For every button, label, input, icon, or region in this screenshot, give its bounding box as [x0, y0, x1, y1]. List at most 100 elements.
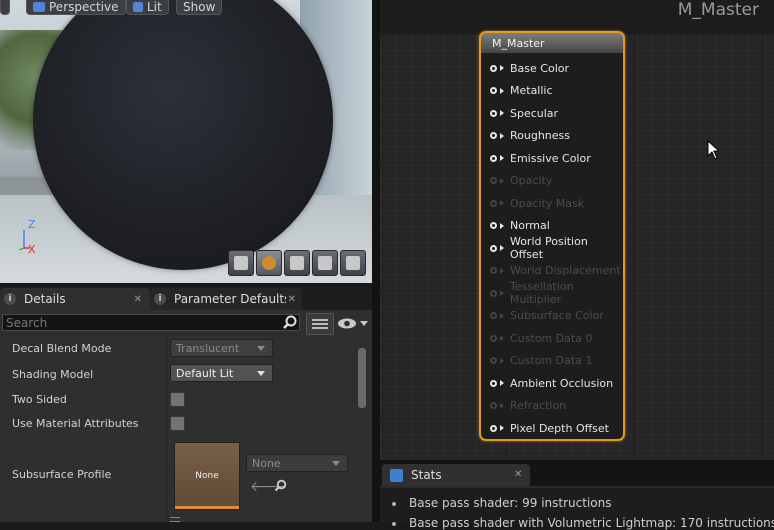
- pin-connector-icon[interactable]: [490, 267, 497, 274]
- shading-model-combo[interactable]: Default Lit: [170, 364, 273, 382]
- perspective-button[interactable]: Perspective: [26, 0, 126, 15]
- node-pin[interactable]: Emissive Color: [490, 150, 591, 166]
- pin-connector-icon[interactable]: [490, 222, 497, 229]
- node-pin[interactable]: Base Color: [490, 60, 569, 76]
- node-pin[interactable]: Subsurface Color: [490, 308, 604, 324]
- pin-connector-icon[interactable]: [490, 424, 497, 432]
- close-icon[interactable]: ✕: [514, 469, 522, 480]
- use-material-attributes-checkbox[interactable]: [170, 416, 185, 431]
- pin-label: Pixel Depth Offset: [510, 421, 609, 435]
- pin-connector-icon[interactable]: [490, 154, 497, 162]
- browse-search-icon[interactable]: [274, 479, 287, 492]
- pin-connector-icon[interactable]: [490, 109, 497, 117]
- node-pin[interactable]: Refraction: [490, 398, 566, 414]
- resize-grip[interactable]: [170, 517, 180, 522]
- bullet-icon: [392, 521, 396, 526]
- pin-connector-icon[interactable]: [490, 334, 497, 342]
- node-pin[interactable]: Ambient Occlusion: [490, 375, 613, 391]
- pin-connector-icon[interactable]: [490, 87, 497, 94]
- details-scrollbar[interactable]: [358, 348, 366, 408]
- node-pin[interactable]: Tessellation Multiplier: [490, 280, 623, 306]
- pin-connector-icon[interactable]: [490, 357, 497, 364]
- viewport-options-button[interactable]: [0, 0, 10, 15]
- subsurface-profile-thumbnail[interactable]: None: [174, 442, 240, 510]
- asset-type-color-bar: [175, 506, 239, 509]
- plane-icon: [290, 256, 304, 270]
- tab-details[interactable]: i Details ✕: [0, 288, 150, 310]
- close-icon[interactable]: ✕: [134, 294, 142, 305]
- node-pin[interactable]: Metallic: [490, 83, 553, 99]
- cube-icon: [318, 256, 332, 270]
- pin-label: Ambient Occlusion: [510, 376, 614, 390]
- node-pin[interactable]: Pixel Depth Offset: [490, 420, 609, 436]
- chevron-down-icon: [332, 461, 340, 466]
- pin-arrow-icon: [500, 312, 504, 319]
- pin-label: World Position Offset: [509, 235, 588, 261]
- tab-stats[interactable]: Stats: [382, 464, 530, 486]
- pin-arrow-icon: [500, 380, 504, 386]
- pin-label: Tessellation Multiplier: [509, 280, 574, 306]
- view-options-eye-icon[interactable]: [336, 316, 370, 331]
- node-pin[interactable]: Opacity Mask: [490, 195, 584, 211]
- preview-mesh-toolbar: [228, 250, 366, 276]
- custom-mesh-preview-button[interactable]: [340, 250, 366, 276]
- material-preview-viewport[interactable]: Perspective Lit Show Z X: [0, 0, 372, 283]
- pin-label: World Displacement: [510, 264, 621, 277]
- details-tab-bar: i Details ✕ i Parameter Defaults ✕: [0, 286, 372, 310]
- pin-arrow-icon: [500, 87, 504, 94]
- property-matrix-button[interactable]: [306, 313, 334, 335]
- panel-splitter[interactable]: [372, 0, 380, 522]
- cube-preview-button[interactable]: [312, 250, 338, 276]
- close-icon[interactable]: ✕: [288, 294, 296, 305]
- pin-connector-icon[interactable]: [490, 312, 497, 319]
- pin-connector-icon[interactable]: [490, 402, 497, 409]
- node-pin[interactable]: Specular: [490, 105, 558, 121]
- node-pin[interactable]: Custom Data 1: [490, 353, 592, 369]
- pin-connector-icon[interactable]: [490, 289, 497, 297]
- node-pin[interactable]: Roughness: [490, 128, 570, 144]
- chevron-down-icon: [257, 371, 265, 376]
- node-pin[interactable]: World Displacement: [490, 263, 621, 279]
- graph-title-bar: M_Master: [380, 0, 774, 34]
- decal-blend-mode-combo[interactable]: Translucent: [170, 339, 273, 357]
- perspective-icon: [33, 2, 45, 12]
- pin-connector-icon[interactable]: [490, 244, 497, 252]
- sphere-icon: [262, 256, 276, 270]
- lit-icon: [133, 2, 143, 12]
- list-view-icon: [312, 318, 328, 329]
- bullet-icon: [392, 501, 396, 506]
- node-pin[interactable]: Custom Data 0: [490, 330, 592, 346]
- pin-connector-icon[interactable]: [490, 177, 497, 184]
- subsurface-profile-asset-combo[interactable]: None: [246, 454, 348, 472]
- show-button[interactable]: Show: [176, 0, 223, 15]
- mouse-cursor-icon: [707, 140, 719, 160]
- pin-connector-icon[interactable]: [490, 132, 497, 139]
- cylinder-icon: [234, 256, 248, 270]
- sphere-preview-button[interactable]: [256, 250, 282, 276]
- pin-label: Emissive Color: [510, 151, 591, 165]
- info-icon: i: [154, 293, 166, 305]
- node-pin[interactable]: Normal: [490, 218, 550, 234]
- plane-preview-button[interactable]: [284, 250, 310, 276]
- search-icon[interactable]: [282, 315, 298, 330]
- node-pin[interactable]: World Position Offset: [490, 235, 623, 261]
- material-result-node[interactable]: M_Master Base Color Metallic Specular Rough…: [479, 31, 625, 441]
- details-search-input[interactable]: [2, 314, 300, 331]
- material-graph-canvas[interactable]: M_Master M_Master Base Color Metallic Spec…: [380, 0, 774, 460]
- pin-connector-icon[interactable]: [490, 64, 497, 72]
- pin-arrow-icon: [500, 110, 504, 116]
- tab-parameter-defaults[interactable]: i Parameter Defaults ✕: [150, 288, 302, 310]
- node-pin[interactable]: Opacity: [490, 173, 552, 189]
- node-header[interactable]: M_Master: [481, 33, 623, 53]
- pin-connector-icon[interactable]: [490, 199, 497, 207]
- pin-connector-icon[interactable]: [490, 379, 497, 387]
- graph-title: M_Master: [677, 0, 759, 20]
- cylinder-preview-button[interactable]: [228, 250, 254, 276]
- pin-arrow-icon: [499, 290, 504, 296]
- two-sided-checkbox[interactable]: [170, 392, 185, 407]
- lit-button[interactable]: Lit: [126, 0, 169, 15]
- property-use-material-attributes: Use Material Attributes: [0, 414, 356, 436]
- pin-arrow-icon: [499, 245, 504, 251]
- pin-arrow-icon: [500, 65, 504, 71]
- pin-arrow-icon: [500, 132, 504, 139]
